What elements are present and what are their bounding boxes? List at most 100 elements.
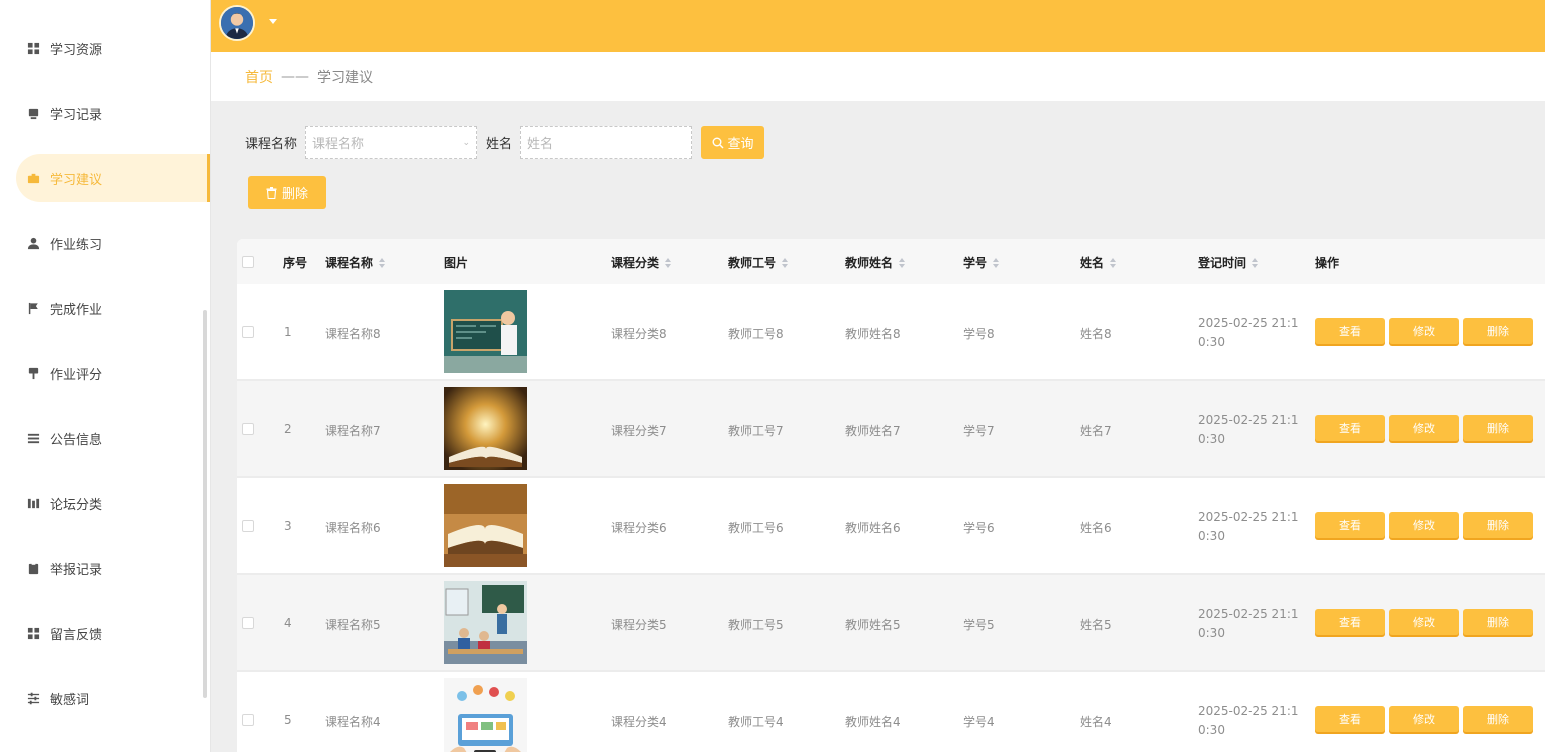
select-all-checkbox[interactable] — [242, 256, 254, 268]
sidebar-item-label: 学习记录 — [50, 107, 103, 123]
sidebar-item-label: 留言反馈 — [50, 627, 103, 643]
sidebar-scrollbar[interactable] — [203, 310, 207, 698]
columns-icon — [26, 496, 40, 510]
row-teacher-id: 教师工号4 — [728, 715, 784, 729]
edit-button[interactable]: 修改 — [1389, 512, 1459, 538]
batch-delete-button[interactable]: 删除 — [248, 176, 326, 209]
sidebar-item-label: 作业评分 — [50, 367, 103, 383]
row-checkbox[interactable] — [242, 617, 254, 629]
sidebar-item-feedback[interactable]: 留言反馈 — [0, 609, 210, 657]
view-button[interactable]: 查看 — [1315, 706, 1385, 732]
sidebar-item-homework-practice[interactable]: 作业练习 — [0, 219, 210, 267]
sort-icon[interactable] — [1252, 257, 1259, 268]
sidebar-item-label: 公告信息 — [50, 432, 103, 448]
avatar[interactable] — [219, 5, 255, 41]
sidebar-item-label: 举报记录 — [50, 562, 103, 578]
sort-icon[interactable] — [782, 257, 789, 268]
header-course-category[interactable]: 课程分类 — [611, 254, 672, 271]
edit-button[interactable]: 修改 — [1389, 318, 1459, 344]
header-student-id[interactable]: 学号 — [963, 254, 1000, 271]
main-content: 课程名称 课程名称 ⌄ 姓名 姓名 查询 删除 序号 课程名称 图片 课程分类 … — [211, 101, 1545, 752]
view-button[interactable]: 查看 — [1315, 609, 1385, 635]
stamp-icon — [26, 366, 40, 380]
chevron-down-icon[interactable] — [269, 19, 277, 24]
e-learning-image — [444, 678, 527, 752]
edit-button[interactable]: 修改 — [1389, 415, 1459, 441]
sort-icon[interactable] — [899, 257, 906, 268]
delete-button[interactable]: 删除 — [1463, 415, 1533, 441]
row-index: 2 — [284, 422, 292, 436]
app-root: 学习资源 学习记录 学习建议 作业练习 完成作业 作业评分 公告信息 论坛分类 — [0, 0, 1545, 752]
header-register-time[interactable]: 登记时间 — [1198, 254, 1259, 271]
list-icon — [26, 431, 40, 445]
sort-icon[interactable] — [1110, 257, 1117, 268]
breadcrumb-separator: —— — [281, 68, 309, 85]
header-teacher-name[interactable]: 教师姓名 — [845, 254, 906, 271]
view-button[interactable]: 查看 — [1315, 415, 1385, 441]
row-name: 姓名8 — [1080, 327, 1112, 341]
sidebar-item-learning-records[interactable]: 学习记录 — [0, 89, 210, 137]
header-course-name[interactable]: 课程名称 — [325, 254, 386, 271]
sidebar-item-complete-homework[interactable]: 完成作业 — [0, 284, 210, 332]
row-checkbox[interactable] — [242, 520, 254, 532]
briefcase-icon — [26, 171, 40, 185]
row-course-category: 课程分类8 — [611, 327, 667, 341]
sidebar-item-sensitive-words[interactable]: 敏感词 — [0, 674, 210, 722]
edit-button[interactable]: 修改 — [1389, 706, 1459, 732]
table-header: 序号 课程名称 图片 课程分类 教师工号 教师姓名 学号 姓名 登记时间 操作 — [237, 239, 1545, 284]
row-checkbox[interactable] — [242, 714, 254, 726]
header-index: 序号 — [283, 256, 308, 270]
name-input[interactable]: 姓名 — [520, 126, 693, 159]
user-icon — [26, 236, 40, 250]
query-button[interactable]: 查询 — [701, 126, 765, 159]
classroom-teacher-image — [444, 290, 527, 373]
header-teacher-id[interactable]: 教师工号 — [728, 254, 789, 271]
row-image — [444, 678, 527, 752]
row-index: 5 — [284, 713, 292, 727]
row-index: 1 — [284, 325, 292, 339]
row-image — [444, 484, 527, 567]
sidebar-item-forum-categories[interactable]: 论坛分类 — [0, 479, 210, 527]
row-student-id: 学号5 — [963, 618, 995, 632]
row-checkbox[interactable] — [242, 423, 254, 435]
sort-icon[interactable] — [993, 257, 1000, 268]
sidebar-item-label: 作业练习 — [50, 237, 103, 253]
delete-button[interactable]: 删除 — [1463, 706, 1533, 732]
sidebar-item-learning-advice[interactable]: 学习建议 — [16, 154, 210, 202]
sort-icon[interactable] — [665, 257, 672, 268]
top-bar — [211, 0, 1545, 52]
row-image — [444, 290, 527, 373]
header-name[interactable]: 姓名 — [1080, 254, 1117, 271]
row-image — [444, 581, 527, 664]
edit-button[interactable]: 修改 — [1389, 609, 1459, 635]
row-course-category: 课程分类4 — [611, 715, 667, 729]
table-row: 1 课程名称8 课程分类8 教师工号8 教师姓名8 学号8 姓名8 2025-0… — [237, 284, 1545, 381]
sort-icon[interactable] — [379, 257, 386, 268]
sidebar-item-label: 完成作业 — [50, 302, 103, 318]
sidebar-item-learning-resources[interactable]: 学习资源 — [0, 24, 210, 72]
row-course-category: 课程分类6 — [611, 521, 667, 535]
row-course-name: 课程名称4 — [325, 715, 381, 729]
sidebar-item-homework-grading[interactable]: 作业评分 — [0, 349, 210, 397]
row-teacher-name: 教师姓名4 — [845, 715, 901, 729]
table-row: 3 课程名称6 课程分类6 教师工号6 教师姓名6 学号6 姓名6 2025-0… — [237, 478, 1545, 575]
row-checkbox[interactable] — [242, 326, 254, 338]
row-teacher-id: 教师工号5 — [728, 618, 784, 632]
delete-button[interactable]: 删除 — [1463, 609, 1533, 635]
row-student-id: 学号7 — [963, 424, 995, 438]
row-register-time: 2025-02-25 21:10:30 — [1198, 704, 1299, 737]
course-name-select[interactable]: 课程名称 ⌄ — [305, 126, 478, 159]
delete-button[interactable]: 删除 — [1463, 512, 1533, 538]
row-register-time: 2025-02-25 21:10:30 — [1198, 413, 1299, 446]
view-button[interactable]: 查看 — [1315, 512, 1385, 538]
sidebar-item-report-records[interactable]: 举报记录 — [0, 544, 210, 592]
breadcrumb: 首页 —— 学习建议 — [211, 52, 1545, 101]
search-icon — [712, 137, 724, 148]
breadcrumb-home-link[interactable]: 首页 — [245, 67, 273, 87]
row-teacher-id: 教师工号6 — [728, 521, 784, 535]
sidebar-item-announcements[interactable]: 公告信息 — [0, 414, 210, 462]
view-button[interactable]: 查看 — [1315, 318, 1385, 344]
row-register-time: 2025-02-25 21:10:30 — [1198, 316, 1299, 349]
row-student-id: 学号6 — [963, 521, 995, 535]
delete-button[interactable]: 删除 — [1463, 318, 1533, 344]
